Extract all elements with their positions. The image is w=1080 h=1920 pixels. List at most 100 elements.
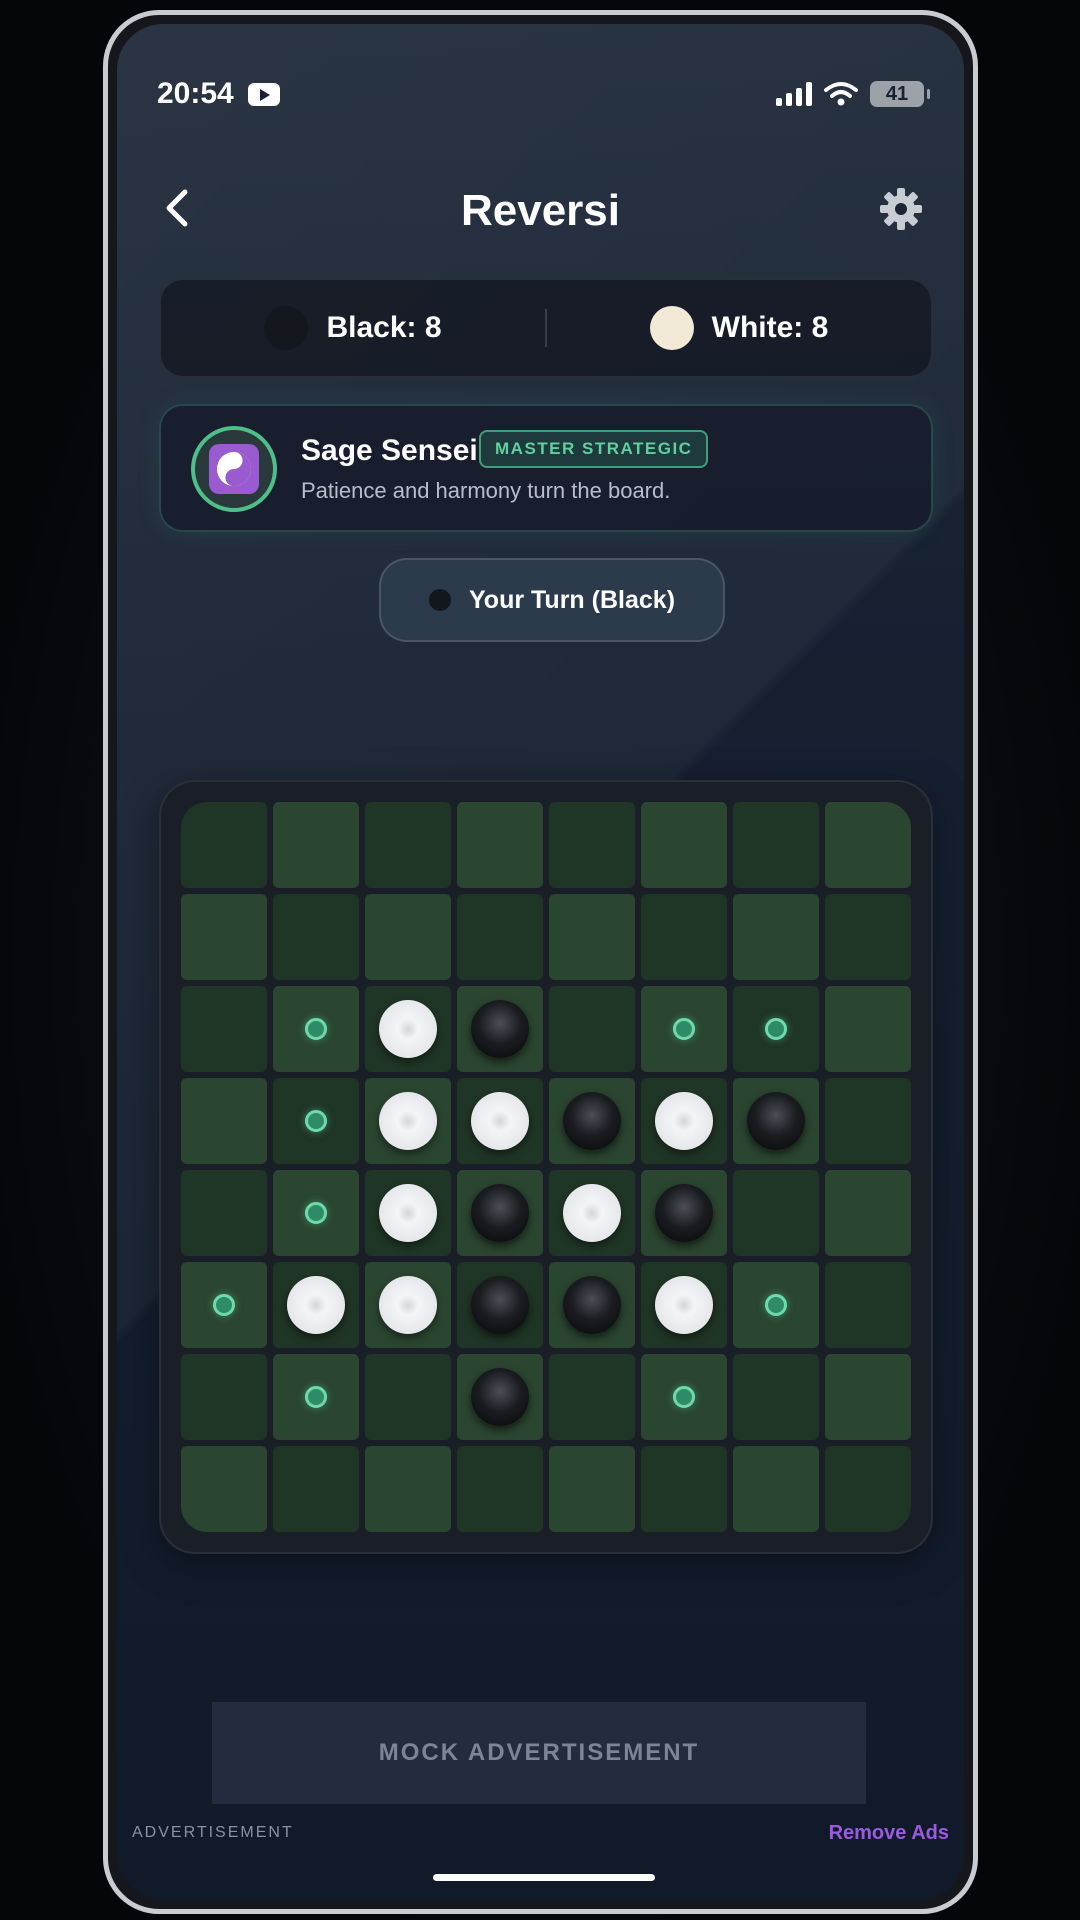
- valid-move-marker[interactable]: [305, 1202, 327, 1224]
- black-score-label: Black: 8: [326, 311, 442, 344]
- white-piece: [287, 1276, 345, 1334]
- white-piece: [379, 1276, 437, 1334]
- board-cell[interactable]: [273, 1354, 359, 1440]
- board-cell[interactable]: [365, 1446, 451, 1532]
- board-cell[interactable]: [181, 894, 267, 980]
- valid-move-marker[interactable]: [213, 1294, 235, 1316]
- board-cell[interactable]: [733, 1446, 819, 1532]
- board-cell[interactable]: [549, 1354, 635, 1440]
- board-cell[interactable]: [825, 894, 911, 980]
- valid-move-marker[interactable]: [305, 1018, 327, 1040]
- board-cell[interactable]: [365, 894, 451, 980]
- board-cell[interactable]: [733, 1170, 819, 1256]
- board-cell[interactable]: [273, 986, 359, 1072]
- board-cell[interactable]: [181, 1078, 267, 1164]
- board-cell[interactable]: [273, 802, 359, 888]
- board-cell[interactable]: [825, 1354, 911, 1440]
- board-cell[interactable]: [733, 802, 819, 888]
- board-cell[interactable]: [457, 1446, 543, 1532]
- gear-icon[interactable]: [878, 186, 924, 232]
- board-cell[interactable]: [549, 986, 635, 1072]
- phone-frame: 20:54 41 Reversi Black: 8 White: 8 Sage …: [103, 10, 978, 1914]
- board-cell[interactable]: [641, 1078, 727, 1164]
- board-cell[interactable]: [457, 802, 543, 888]
- board-cell[interactable]: [457, 986, 543, 1072]
- board-cell[interactable]: [457, 1078, 543, 1164]
- black-piece: [471, 1000, 529, 1058]
- board-cell[interactable]: [457, 1170, 543, 1256]
- board-cell[interactable]: [641, 1170, 727, 1256]
- board-cell[interactable]: [365, 1078, 451, 1164]
- screen: 20:54 41 Reversi Black: 8 White: 8 Sage …: [117, 24, 964, 1900]
- board-cell[interactable]: [181, 986, 267, 1072]
- board-cell[interactable]: [457, 1354, 543, 1440]
- board-cell[interactable]: [825, 986, 911, 1072]
- game-board: [181, 802, 911, 1532]
- white-piece: [471, 1092, 529, 1150]
- black-piece: [471, 1276, 529, 1334]
- ad-label: ADVERTISEMENT: [132, 1824, 294, 1841]
- valid-move-marker[interactable]: [673, 1386, 695, 1408]
- board-cell[interactable]: [641, 986, 727, 1072]
- board-cell[interactable]: [549, 802, 635, 888]
- board-frame: [159, 780, 933, 1554]
- board-cell[interactable]: [641, 1262, 727, 1348]
- board-cell[interactable]: [825, 802, 911, 888]
- board-cell[interactable]: [825, 1078, 911, 1164]
- board-cell[interactable]: [273, 1446, 359, 1532]
- board-cell[interactable]: [181, 802, 267, 888]
- remove-ads-link[interactable]: Remove Ads: [829, 1822, 949, 1845]
- board-cell[interactable]: [365, 802, 451, 888]
- white-disc-icon: [649, 306, 694, 350]
- home-indicator[interactable]: [433, 1874, 655, 1881]
- board-cell[interactable]: [181, 1262, 267, 1348]
- board-cell[interactable]: [733, 1078, 819, 1164]
- board-cell[interactable]: [641, 894, 727, 980]
- status-time: 20:54: [157, 77, 234, 110]
- status-bar: 20:54 41: [157, 74, 930, 114]
- board-cell[interactable]: [273, 894, 359, 980]
- board-cell[interactable]: [549, 1170, 635, 1256]
- board-cell[interactable]: [365, 1170, 451, 1256]
- ad-banner[interactable]: MOCK ADVERTISEMENT: [212, 1702, 866, 1804]
- board-cell[interactable]: [273, 1078, 359, 1164]
- valid-move-marker[interactable]: [765, 1294, 787, 1316]
- board-cell[interactable]: [365, 1262, 451, 1348]
- board-cell[interactable]: [733, 1354, 819, 1440]
- board-cell[interactable]: [457, 894, 543, 980]
- board-cell[interactable]: [365, 1354, 451, 1440]
- battery-icon: 41: [870, 81, 930, 107]
- board-cell[interactable]: [365, 986, 451, 1072]
- white-score-label: White: 8: [711, 311, 829, 344]
- yin-yang-icon: [209, 444, 259, 494]
- valid-move-marker[interactable]: [305, 1386, 327, 1408]
- board-cell[interactable]: [181, 1354, 267, 1440]
- valid-move-marker[interactable]: [305, 1110, 327, 1132]
- board-cell[interactable]: [549, 1078, 635, 1164]
- board-cell[interactable]: [549, 894, 635, 980]
- board-cell[interactable]: [733, 986, 819, 1072]
- cellular-signal-icon: [776, 82, 812, 106]
- board-cell[interactable]: [641, 1354, 727, 1440]
- board-cell[interactable]: [181, 1446, 267, 1532]
- board-cell[interactable]: [549, 1446, 635, 1532]
- board-cell[interactable]: [549, 1262, 635, 1348]
- board-cell[interactable]: [733, 894, 819, 980]
- board-cell[interactable]: [273, 1170, 359, 1256]
- board-cell[interactable]: [825, 1262, 911, 1348]
- youtube-icon: [247, 82, 280, 106]
- black-piece: [563, 1092, 621, 1150]
- board-cell[interactable]: [733, 1262, 819, 1348]
- board-cell[interactable]: [641, 1446, 727, 1532]
- board-cell[interactable]: [457, 1262, 543, 1348]
- board-cell[interactable]: [825, 1170, 911, 1256]
- valid-move-marker[interactable]: [673, 1018, 695, 1040]
- battery-level: 41: [885, 82, 909, 105]
- board-cell[interactable]: [273, 1262, 359, 1348]
- white-score: White: 8: [547, 306, 931, 350]
- board-cell[interactable]: [641, 802, 727, 888]
- valid-move-marker[interactable]: [765, 1018, 787, 1040]
- board-cell[interactable]: [825, 1446, 911, 1532]
- black-piece: [563, 1276, 621, 1334]
- board-cell[interactable]: [181, 1170, 267, 1256]
